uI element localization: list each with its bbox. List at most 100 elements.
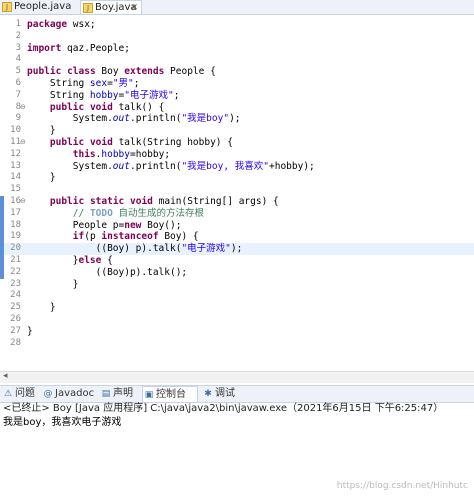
line-number: 11 — [10, 137, 21, 147]
code-line[interactable]: 23 } — [0, 279, 474, 291]
code-token: static — [89, 196, 125, 207]
panel-tab[interactable]: ✱ 调试 — [202, 386, 238, 402]
code-text: } — [27, 279, 79, 291]
code-line[interactable]: 6 String sex="男"; — [0, 78, 474, 90]
code-text: ((Boy)p).talk(); — [27, 266, 188, 279]
code-text: } — [27, 125, 56, 137]
occurrence-marker — [0, 266, 4, 279]
code-token: main(String[] args) { — [152, 196, 279, 207]
panel-tab[interactable]: ⚠ 问题 — [2, 386, 38, 402]
code-line[interactable]: 22 ((Boy)p).talk(); — [0, 267, 474, 279]
panel-tab[interactable]: @ Javadoc — [42, 386, 96, 402]
code-line[interactable]: 18 People p=new Boy(); — [0, 220, 474, 232]
line-number: 21 — [10, 255, 21, 265]
line-number: 8 — [15, 101, 21, 112]
code-line[interactable]: 10 } — [0, 125, 474, 137]
line-number: 12 — [10, 148, 21, 159]
code-line[interactable]: 11 ⊖ public void talk(String hobby) { — [0, 137, 474, 149]
code-line[interactable]: 7 String hobby="电子游戏"; — [0, 90, 474, 102]
code-token: 自动生成的方法存根 — [112, 207, 205, 219]
code-line[interactable]: 12 this.hobby=hobby; — [0, 149, 474, 161]
tab-boy-java[interactable]: J Boy.java ✕ — [80, 0, 142, 14]
code-line[interactable]: 25 } — [0, 302, 474, 314]
panel-tab-label: Javadoc — [55, 388, 95, 399]
line-number: 5 — [15, 66, 21, 77]
code-token: public — [27, 66, 62, 78]
code-line[interactable]: 4 — [0, 54, 474, 66]
code-token: +hobby); — [269, 160, 315, 172]
code-line[interactable]: 3 import qaz.People; — [0, 43, 474, 55]
occurrence-marker — [0, 231, 4, 244]
code-token: public — [49, 196, 85, 207]
code-token: sex — [89, 78, 108, 89]
code-token: // — [72, 207, 90, 219]
fold-toggle-icon[interactable]: ⊖ — [20, 137, 26, 149]
line-number: 7 — [15, 89, 21, 100]
occurrence-marker — [0, 255, 4, 267]
code-line[interactable]: 2 — [0, 31, 474, 43]
code-line[interactable]: 1 package wsx; — [0, 19, 474, 31]
horizontal-scrollbar[interactable]: ◂ — [0, 371, 474, 383]
code-line[interactable]: 28 — [0, 338, 474, 350]
code-token: String — [27, 89, 90, 101]
panel-tab[interactable]: ▤ 声明 — [100, 386, 138, 402]
line-number: 10 — [10, 125, 21, 136]
code-text: if(p instanceof Boy) { — [27, 231, 199, 243]
code-line[interactable]: 17 // TODO 自动生成的方法存根 — [0, 208, 474, 220]
code-line[interactable]: 9 System.out.println("我是boy"); — [0, 113, 474, 125]
panel-tab-label: 调试 — [215, 388, 235, 399]
panel-tab-icon: ⚠ — [3, 389, 13, 399]
line-number: 22 — [10, 266, 21, 277]
code-line[interactable]: 13 System.out.println("我是boy, 我喜欢"+hobby… — [0, 161, 474, 173]
code-text: ((Boy) p).talk("电子游戏"); — [27, 243, 243, 255]
code-line[interactable]: 19 if(p instanceof Boy) { — [0, 231, 474, 243]
panel-tab-label: 声明 — [113, 388, 133, 399]
occurrence-marker — [0, 219, 4, 232]
code-token: System. — [27, 160, 113, 172]
code-line[interactable]: 16 ⊖ public static void main(String[] arg… — [0, 196, 474, 208]
panel-tab[interactable]: ▣ 控制台 — [142, 386, 198, 402]
code-line[interactable]: 20 ((Boy) p).talk("电子游戏"); — [0, 243, 474, 255]
code-text: System.out.println("我是boy"); — [27, 113, 241, 125]
tab-people-java[interactable]: J People.java — [0, 0, 78, 14]
code-text: package wsx; — [27, 19, 96, 31]
code-editor[interactable]: 1 package wsx; 2 3 import qaz.People; 4 5 publi… — [0, 15, 474, 371]
code-token: hobby — [89, 89, 119, 101]
code-token: People p= — [27, 219, 125, 231]
code-text: // TODO 自动生成的方法存根 — [27, 208, 204, 220]
code-text: import qaz.People; — [27, 43, 130, 55]
line-number: 2 — [15, 30, 21, 41]
code-line[interactable]: 27} — [0, 326, 474, 338]
code-token: .println( — [129, 160, 182, 172]
code-text: public void talk(String hobby) { — [27, 137, 233, 149]
code-line[interactable]: 14 } — [0, 172, 474, 184]
occurrence-marker — [0, 243, 4, 255]
code-text: } — [27, 302, 56, 314]
chevron-left-icon[interactable]: ◂ — [3, 371, 8, 381]
code-line[interactable]: 26 — [0, 314, 474, 326]
code-token: void — [89, 137, 113, 148]
fold-toggle-icon[interactable]: ⊖ — [20, 102, 26, 114]
code-line[interactable]: 21 }else { — [0, 255, 474, 267]
console-status-header: <已终止> Boy [Java 应用程序] C:\java\java2\bin\… — [3, 403, 444, 414]
code-token: "我是boy, 我喜欢" — [181, 160, 269, 172]
code-token: out — [112, 113, 130, 125]
code-token: talk() { — [112, 101, 165, 113]
panel-tab-label: 控制台 — [156, 389, 186, 400]
fold-toggle-icon[interactable]: ⊖ — [20, 196, 26, 208]
console-output[interactable]: 我是boy，我喜欢电子游戏 — [3, 416, 121, 430]
code-line[interactable]: 8 ⊖ public void talk() { — [0, 102, 474, 114]
code-token: extends — [124, 66, 165, 78]
code-token: } — [27, 125, 56, 137]
code-line[interactable]: 5 public class Boy extends People { — [0, 66, 474, 78]
close-icon[interactable]: ✕ — [130, 1, 138, 15]
code-line[interactable]: 15 — [0, 184, 474, 196]
line-number: 1 — [15, 19, 21, 29]
code-token: ((Boy)p).talk(); — [27, 266, 188, 278]
code-line[interactable]: 24 — [0, 290, 474, 302]
code-token: ); — [230, 243, 243, 255]
